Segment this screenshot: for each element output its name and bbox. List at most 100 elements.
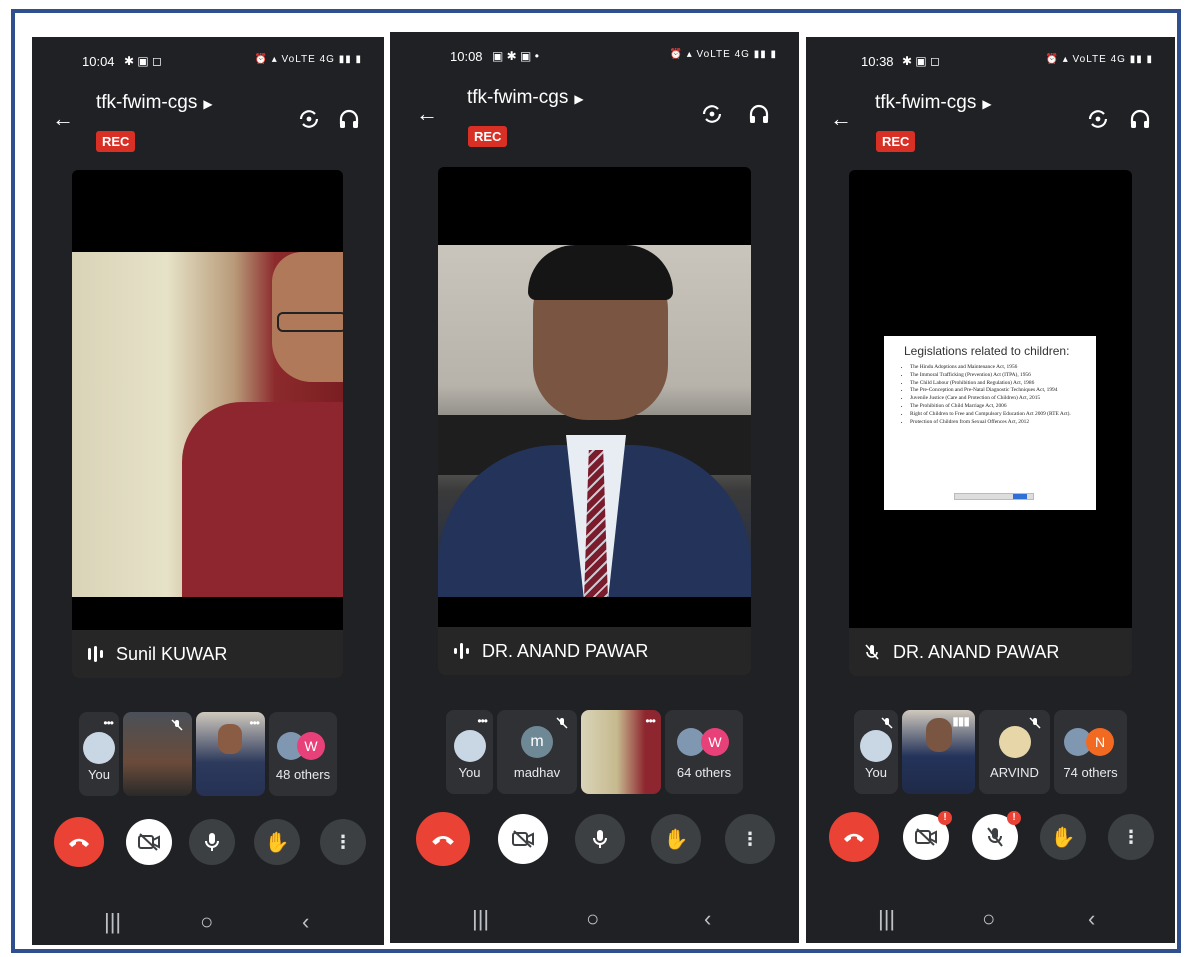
- recents-icon[interactable]: |||: [878, 906, 895, 932]
- status-time: 10:08: [450, 49, 483, 64]
- back-arrow-icon[interactable]: ←: [416, 101, 438, 127]
- slide-item: The Prohibition of Child Marriage Act, 2…: [910, 403, 1096, 410]
- camera-toggle-button[interactable]: [498, 814, 548, 864]
- speaker-name: Sunil KUWAR: [116, 643, 228, 664]
- status-icons-right: ⏰ ▴ VoLTE 4G ▮▮ ▮: [1045, 54, 1153, 65]
- hang-up-icon: [69, 838, 89, 847]
- switch-camera-icon[interactable]: [700, 102, 724, 126]
- mic-toggle-button[interactable]: [575, 814, 625, 864]
- speaker-name-bar: DR. ANAND PAWAR: [849, 628, 1132, 676]
- rec-badge: REC: [468, 126, 508, 147]
- avatar: [454, 730, 486, 762]
- tile-you[interactable]: ••• You: [79, 712, 119, 796]
- top-bar: ← tfk-fwim-cgs ▶ REC: [806, 92, 1175, 152]
- status-icons-left: ✱ ▣ ◻: [902, 54, 941, 68]
- raise-hand-button[interactable]: ✋: [651, 814, 701, 864]
- mic-off-icon: [556, 717, 568, 729]
- raise-hand-button[interactable]: ✋: [1040, 814, 1086, 860]
- more-options-button[interactable]: ⋮: [725, 814, 775, 864]
- tile-others[interactable]: W 48 others: [269, 712, 337, 796]
- mic-toggle-button[interactable]: [189, 819, 235, 865]
- main-presentation-stage[interactable]: Legislations related to children: The Hi…: [849, 170, 1132, 676]
- switch-camera-icon[interactable]: [297, 107, 321, 131]
- headphones-icon[interactable]: [747, 102, 771, 126]
- person-head: [926, 718, 952, 752]
- status-time: 10:04: [82, 54, 115, 69]
- home-icon[interactable]: ○: [200, 909, 213, 935]
- camera-toggle-button[interactable]: !: [903, 811, 952, 860]
- more-options-icon[interactable]: •••: [103, 716, 114, 730]
- speaker-video: [438, 245, 751, 597]
- rec-badge: REC: [876, 131, 916, 152]
- tile-you[interactable]: ••• You: [446, 710, 493, 794]
- slide-list: The Hindu Adoptions and Maintenance Act,…: [884, 364, 1096, 425]
- main-video-stage[interactable]: DR. ANAND PAWAR: [438, 167, 751, 675]
- meeting-title[interactable]: tfk-fwim-cgs ▶: [467, 87, 584, 109]
- participant-strip: ••• You m madhav ••• W 64 others: [446, 710, 746, 794]
- home-icon[interactable]: ○: [982, 906, 995, 932]
- recents-icon[interactable]: |||: [104, 909, 121, 935]
- meeting-title[interactable]: tfk-fwim-cgs ▶: [875, 92, 992, 114]
- tile-arvind-label: ARVIND: [990, 765, 1039, 780]
- headphones-icon[interactable]: [337, 107, 361, 131]
- camera-toggle-button[interactable]: [126, 819, 172, 865]
- phone-screen-3: 10:38 ✱ ▣ ◻ ⏰ ▴ VoLTE 4G ▮▮ ▮ ← tfk-fwim…: [806, 37, 1175, 943]
- hand-icon: ✋: [1050, 826, 1076, 849]
- status-icons-left: ✱ ▣ ◻: [124, 54, 163, 68]
- tile-madhav[interactable]: m madhav: [497, 710, 577, 794]
- switch-camera-icon[interactable]: [1086, 107, 1110, 131]
- mic-off-icon: [987, 827, 1003, 847]
- tile-you[interactable]: You: [854, 710, 898, 794]
- headphones-icon[interactable]: [1128, 107, 1152, 131]
- meeting-title[interactable]: tfk-fwim-cgs ▶: [96, 92, 213, 114]
- mic-icon: [205, 833, 219, 851]
- shared-slide: Legislations related to children: The Hi…: [884, 336, 1096, 510]
- mic-off-icon: [1029, 717, 1041, 729]
- participant-strip: ••• You ••• W 48 others: [79, 712, 339, 796]
- home-icon[interactable]: ○: [586, 906, 599, 932]
- status-bar: 10:08 ▣ ✱ ▣ • ⏰ ▴ VoLTE 4G ▮▮ ▮: [390, 49, 799, 69]
- alert-badge-icon: !: [1007, 811, 1021, 825]
- others-avatar: W: [297, 732, 325, 760]
- more-options-button[interactable]: ⋮: [320, 819, 366, 865]
- back-nav-icon[interactable]: ‹: [302, 909, 309, 935]
- status-time: 10:38: [861, 54, 894, 69]
- more-options-icon[interactable]: •••: [477, 714, 488, 728]
- android-nav-bar: ||| ○ ‹: [390, 906, 799, 936]
- back-arrow-icon[interactable]: ←: [830, 106, 852, 132]
- others-avatar: W: [701, 728, 729, 756]
- tile-participant-video[interactable]: •••: [196, 712, 265, 796]
- end-call-button[interactable]: [416, 812, 470, 866]
- tile-participant-video[interactable]: •••: [581, 710, 661, 794]
- raise-hand-button[interactable]: ✋: [254, 819, 300, 865]
- more-options-icon[interactable]: •••: [645, 714, 656, 728]
- slide-item: The Child Labour (Prohibition and Regula…: [910, 380, 1096, 387]
- mic-off-icon: [171, 719, 183, 731]
- slide-item: The Hindu Adoptions and Maintenance Act,…: [910, 364, 1096, 371]
- tile-you-label: You: [458, 765, 481, 780]
- back-nav-icon[interactable]: ‹: [1088, 906, 1095, 932]
- glasses: [277, 312, 343, 332]
- recents-icon[interactable]: |||: [472, 906, 489, 932]
- more-options-icon[interactable]: •••: [249, 716, 260, 730]
- tile-arvind[interactable]: ARVIND: [979, 710, 1050, 794]
- end-call-button[interactable]: [54, 817, 104, 867]
- more-options-button[interactable]: ⋮: [1108, 814, 1154, 860]
- hang-up-icon: [844, 833, 864, 842]
- back-nav-icon[interactable]: ‹: [704, 906, 711, 932]
- back-arrow-icon[interactable]: ←: [52, 106, 74, 132]
- tile-others[interactable]: W 64 others: [665, 710, 743, 794]
- phone-screen-1: 10:04 ✱ ▣ ◻ ⏰ ▴ VoLTE 4G ▮▮ ▮ ← tfk-fwim…: [32, 37, 384, 945]
- tile-others[interactable]: N 74 others: [1054, 710, 1127, 794]
- tile-participant-video[interactable]: [123, 712, 192, 796]
- hand-icon: ✋: [663, 828, 689, 851]
- slide-toolbar: [954, 493, 1034, 500]
- status-icons-left: ▣ ✱ ▣ •: [492, 49, 539, 63]
- end-call-button[interactable]: [829, 812, 879, 862]
- more-options-icon[interactable]: ▮▮▮: [952, 714, 970, 728]
- video-off-icon: [138, 833, 160, 851]
- tile-participant-video[interactable]: ▮▮▮: [902, 710, 975, 794]
- mic-toggle-button[interactable]: !: [972, 811, 1021, 860]
- arvind-avatar: [999, 726, 1031, 758]
- main-video-stage[interactable]: Sunil KUWAR: [72, 170, 343, 678]
